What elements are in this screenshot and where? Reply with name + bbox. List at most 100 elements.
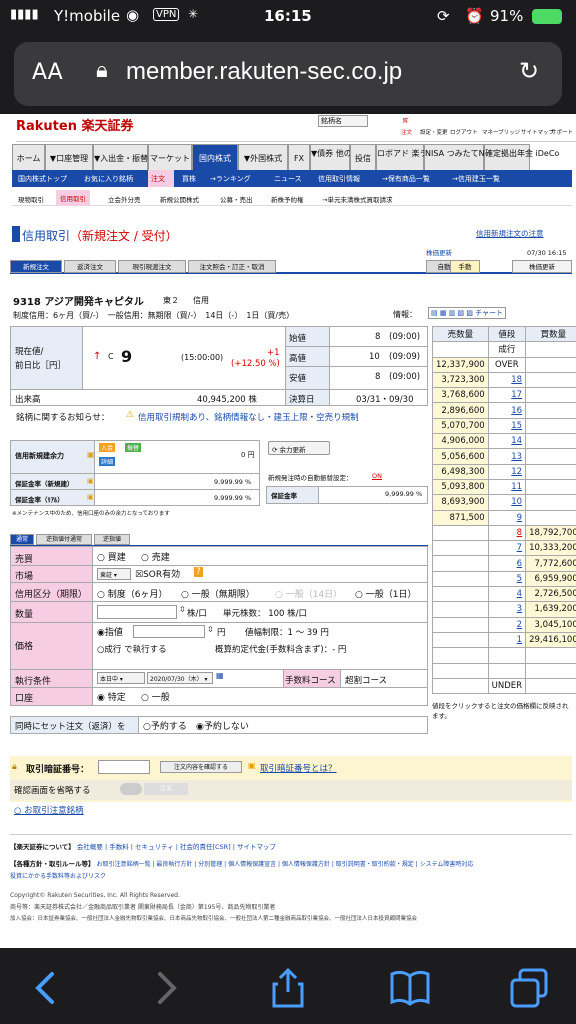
board-market-row[interactable]: 成行 — [487, 341, 527, 358]
buy-price[interactable]: 8 — [487, 524, 527, 542]
bookmarks-icon[interactable] — [388, 966, 432, 1010]
market-order-radio[interactable]: ○成行 で執行する — [97, 643, 167, 655]
subnav-positions[interactable]: →信用建玉一覧 — [452, 174, 500, 184]
subnav2-margin[interactable]: 信用取引 — [56, 190, 90, 206]
pin-help-link[interactable]: 取引暗証番号とは？ — [260, 762, 337, 774]
refresh-price-button[interactable]: 株価更新 — [512, 260, 572, 273]
subnav-holdings[interactable]: →保有商品一覧 — [382, 174, 430, 184]
subnav-margin-info[interactable]: 信用取引情報 — [318, 174, 360, 184]
calendar-icon[interactable]: ▦ — [216, 671, 224, 680]
sor-help-icon[interactable]: ? — [194, 567, 203, 577]
skip-confirm-toggle[interactable] — [120, 783, 142, 795]
sell-price[interactable]: OVER — [487, 356, 527, 373]
nav-fx[interactable]: FX — [288, 144, 310, 172]
tab-delivery[interactable]: 現引現渡注文 — [118, 260, 186, 273]
site-logo[interactable]: Rakuten 楽天証券 — [16, 115, 134, 134]
notice-link[interactable]: 信用取引規制あり、銘柄情報なし・建玉上限・空売り規制 — [138, 411, 359, 423]
sell-price[interactable]: 15 — [487, 417, 527, 435]
header-link-order[interactable]: 注文 — [401, 128, 412, 136]
subnav-favorites[interactable]: お気に入り銘柄 — [84, 174, 133, 184]
cart-icon[interactable]: 🛒︎ — [402, 117, 410, 124]
refresh-capacity-button[interactable]: ⟳ 余力更新 — [268, 441, 330, 455]
type-standard-radio[interactable]: ○ 制度（6ヶ月） — [97, 587, 167, 600]
set-order-yes-radio[interactable]: ○予約する — [143, 719, 187, 732]
set-order-no-radio[interactable]: ◉予約しない — [196, 719, 249, 732]
buy-price[interactable]: 7 — [487, 540, 527, 557]
type-14day-radio[interactable]: ○ 一般（14日） — [275, 587, 342, 600]
header-link-sitemap[interactable]: サイトマップ — [521, 128, 554, 136]
price-stepper[interactable]: ⇳ — [207, 625, 214, 634]
subnav2-ipo[interactable]: 新規公開株式 — [160, 194, 199, 204]
buy-price[interactable]: 2 — [487, 616, 527, 633]
place-order-button[interactable]: 注文 — [144, 783, 188, 795]
header-link-support[interactable]: サポート — [551, 128, 573, 136]
share-icon[interactable] — [266, 966, 310, 1010]
reader-aa-button[interactable]: AA — [32, 60, 63, 85]
header-link-moneybridge[interactable]: マネーブリッジ — [482, 128, 520, 136]
nav-nisa[interactable]: NISA つみたてNISA — [424, 144, 498, 172]
sell-price[interactable]: 12 — [487, 463, 527, 480]
header-link-logout[interactable]: ログアウト — [450, 128, 478, 136]
account-specific-radio[interactable]: ◉ 特定 — [97, 690, 126, 703]
exec-select[interactable]: 本日中 ▾ — [97, 672, 145, 684]
footer-risk-link[interactable]: 投資にかかる手数料等およびリスク — [10, 871, 572, 880]
header-link-settings[interactable]: 設定・変更 — [420, 128, 448, 136]
type-1day-radio[interactable]: ○ 一般（1日） — [355, 587, 416, 600]
forward-icon[interactable] — [142, 966, 186, 1010]
subnav-order[interactable]: 注文 — [148, 170, 174, 187]
type-indefinite-radio[interactable]: ○ 一般（無期限） — [181, 587, 255, 600]
buy-price[interactable]: 5 — [487, 570, 527, 588]
help-icon[interactable]: ▣ — [87, 450, 95, 459]
tab-stop-normal[interactable]: 逆指値付通常 — [36, 534, 92, 545]
buy-price[interactable]: 4 — [487, 586, 527, 603]
nav-bonds[interactable]: ▼債券 他の商品 — [310, 144, 368, 172]
board-under-row[interactable]: UNDER — [487, 677, 527, 695]
sell-radio[interactable]: ○ 売建 — [141, 550, 170, 563]
tab-new-order[interactable]: 新規注文 — [10, 260, 62, 273]
nav-domestic-stock[interactable]: 国内株式 — [192, 144, 238, 172]
subnav2-po[interactable]: 公募・売出 — [220, 194, 253, 204]
subnav-kabu[interactable]: 買株 — [182, 174, 196, 184]
help-icon-2[interactable]: ▣ — [87, 477, 94, 485]
deposit-badge[interactable]: 入金 — [99, 443, 116, 452]
confirm-order-button[interactable]: 注文内容を確認する — [160, 761, 242, 773]
buy-price[interactable]: 6 — [487, 555, 527, 572]
nav-market[interactable]: マーケット — [148, 144, 192, 172]
sell-price[interactable]: 18 — [487, 371, 527, 389]
sell-price[interactable]: 13 — [487, 448, 527, 465]
detail-badge[interactable]: 詳細 — [99, 457, 116, 466]
tab-normal[interactable]: 通常 — [10, 534, 34, 545]
info-icons[interactable]: ▤ ▦ ▥ ▧ ▨ チャート — [428, 307, 507, 319]
sell-price[interactable]: 9 — [487, 509, 527, 526]
sell-price[interactable]: 10 — [487, 494, 527, 511]
sell-price[interactable]: 14 — [487, 433, 527, 450]
buy-radio[interactable]: ○ 買建 — [97, 550, 126, 563]
transfer-badge[interactable]: 振替 — [125, 443, 142, 452]
footer-about-links[interactable]: 会社概要 | 手数料 | セキュリティ | 社会的責任[CSR] | サイトマッ… — [77, 843, 276, 851]
nav-home[interactable]: ホーム — [12, 144, 45, 172]
back-icon[interactable] — [26, 966, 70, 1010]
footer-policy-links[interactable]: お取引注意銘柄一覧 | 最良執行方針 | 分別管理 | 個人情報保護宣言 | 個… — [97, 861, 474, 868]
sell-price[interactable]: 17 — [487, 387, 527, 404]
pin-input[interactable] — [98, 760, 150, 774]
nav-funds[interactable]: 投信 — [350, 144, 376, 172]
subnav-ranking[interactable]: →ランキング — [210, 174, 251, 184]
date-select[interactable]: 2020/07/30（木） ▾ — [147, 672, 213, 684]
subnav-top[interactable]: 国内株式トップ — [18, 174, 67, 184]
buy-price[interactable]: 1 — [487, 631, 527, 649]
buy-price[interactable]: 3 — [487, 601, 527, 618]
sell-price[interactable]: 16 — [487, 402, 527, 419]
tabs-icon[interactable] — [508, 966, 552, 1010]
manual-update-button[interactable]: 手動 — [450, 260, 480, 273]
nav-account[interactable]: ▼口座管理 — [45, 144, 93, 172]
subnav2-warrant[interactable]: 新株予約権 — [271, 194, 304, 204]
tab-inquiry[interactable]: 注文照会・訂正・取消 — [188, 260, 276, 273]
account-general-radio[interactable]: ○ 一般 — [141, 690, 170, 703]
tab-stop[interactable]: 逆指値 — [94, 534, 130, 545]
caution-stocks-link[interactable]: ○ お取引注意銘柄 — [14, 804, 84, 816]
search-input[interactable]: 銘柄名 — [318, 115, 368, 127]
sor-checkbox[interactable]: ☒SOR有効 — [135, 567, 180, 580]
nav-deposit[interactable]: ▼入出金・振替 — [93, 144, 148, 172]
limit-radio[interactable]: ◉指値 — [97, 625, 123, 638]
subnav2-odd-lot[interactable]: →単元未満株式買取請求 — [322, 194, 392, 204]
